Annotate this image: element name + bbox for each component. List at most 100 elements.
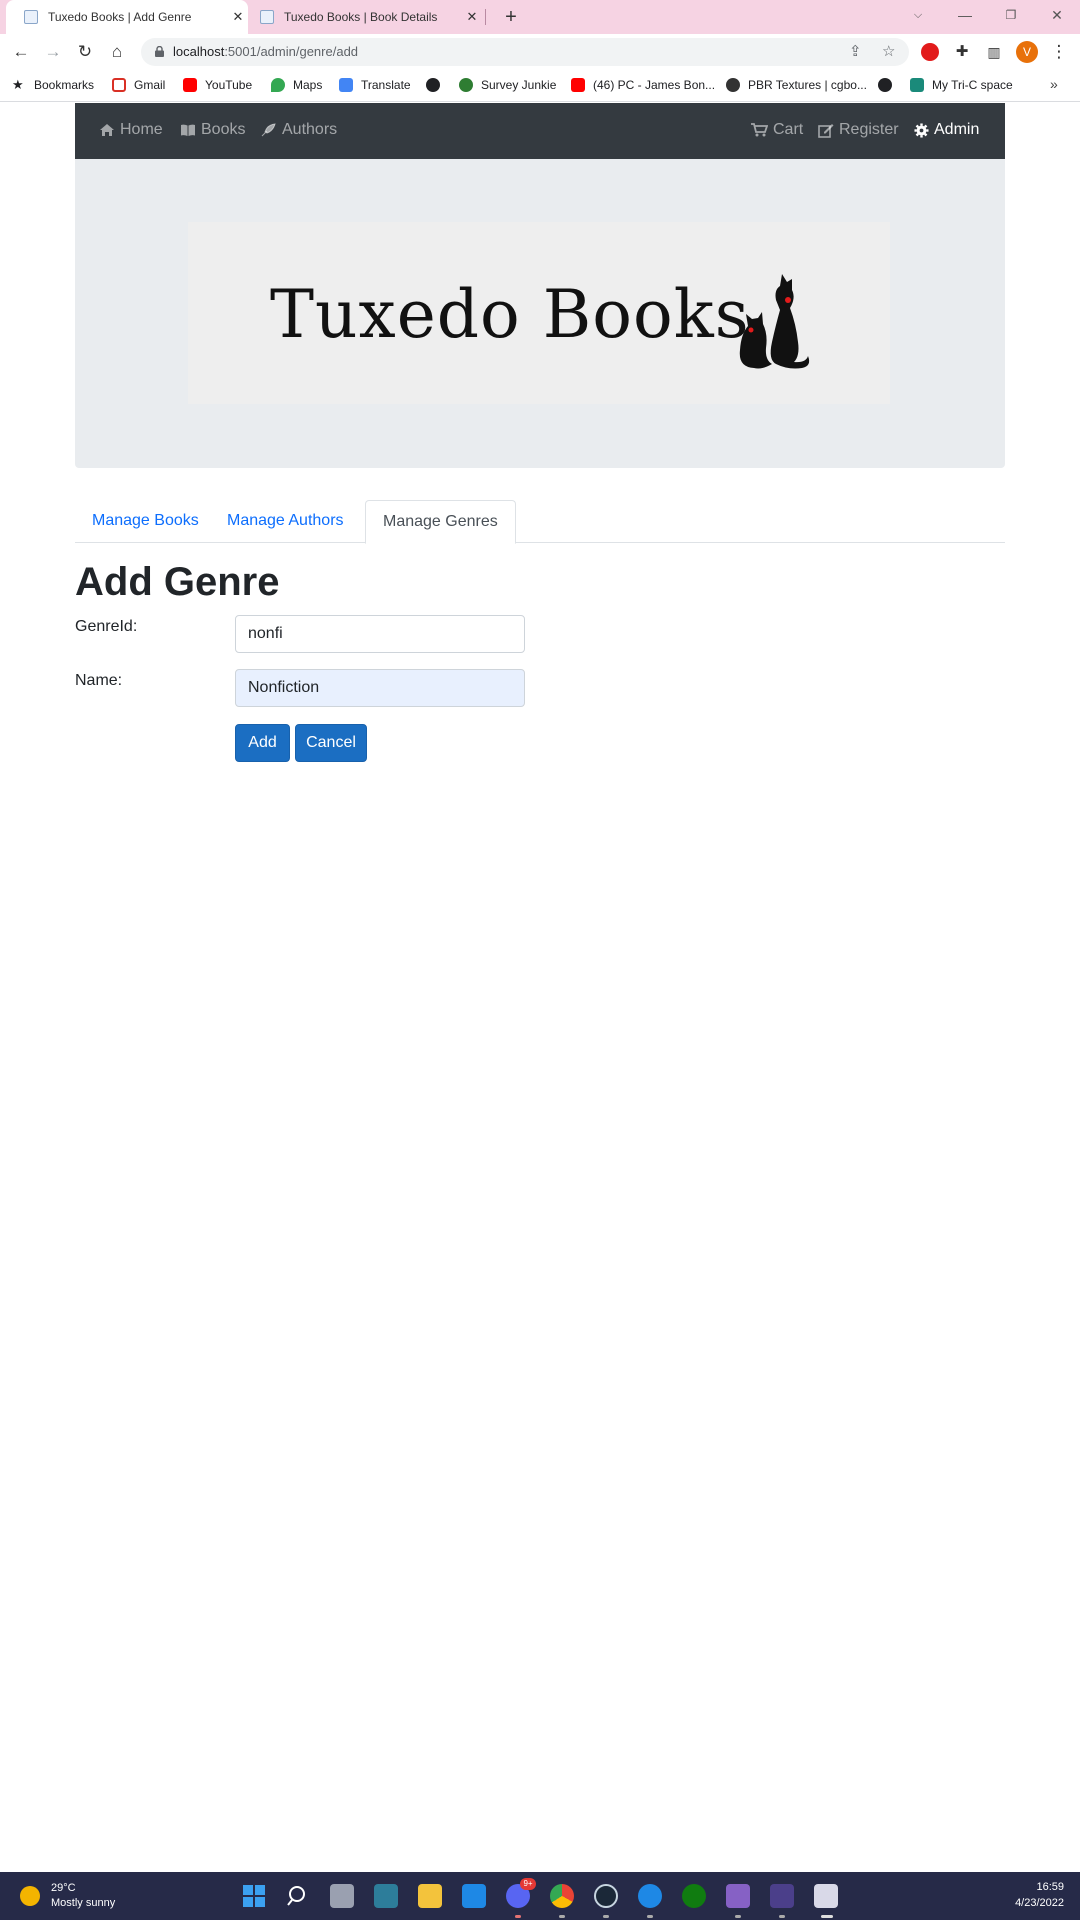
- forward-icon[interactable]: →: [41, 40, 65, 64]
- bookmark-tri-c[interactable]: My Tri-C space: [910, 78, 1013, 92]
- bookmark-gmail[interactable]: Gmail: [112, 78, 165, 92]
- url-path: :5001/admin/genre/add: [224, 44, 359, 59]
- bookmark-label: Translate: [361, 78, 411, 92]
- maps-icon: [271, 78, 285, 92]
- bookmark-globe[interactable]: [426, 78, 448, 92]
- terminal-icon[interactable]: [770, 1884, 794, 1908]
- nav-admin-label: Admin: [934, 121, 980, 138]
- running-indicator: [603, 1915, 609, 1918]
- close-tab-icon[interactable]: ✕: [462, 9, 482, 25]
- browser-tab-title: Tuxedo Books | Book Details: [284, 10, 438, 24]
- chrome-icon[interactable]: [550, 1884, 574, 1908]
- tab-manage-books[interactable]: Manage Books: [75, 500, 216, 543]
- home-icon[interactable]: ⌂: [105, 40, 129, 64]
- minimize-icon[interactable]: —: [950, 2, 980, 28]
- clock-time[interactable]: 16:59: [1036, 1881, 1064, 1893]
- bookmark-maps[interactable]: Maps: [271, 78, 322, 92]
- visual-studio-icon[interactable]: [726, 1884, 750, 1908]
- xbox-icon[interactable]: [682, 1884, 706, 1908]
- tab-manage-genres[interactable]: Manage Genres: [365, 500, 516, 544]
- page-title: Add Genre: [75, 560, 280, 604]
- bookmark-survey-junkie[interactable]: Survey Junkie: [459, 78, 556, 92]
- running-indicator: [515, 1915, 521, 1918]
- nav-register-link[interactable]: Register: [818, 121, 899, 139]
- extensions-puzzle-icon[interactable]: ✚: [950, 40, 974, 64]
- nav-admin-link[interactable]: Admin: [914, 121, 979, 139]
- edit-icon: [818, 123, 834, 138]
- browser-tab-book-details[interactable]: Tuxedo Books | Book Details ✕: [252, 0, 482, 34]
- url-host: localhost: [173, 44, 225, 59]
- more-bookmarks-icon[interactable]: »: [1050, 76, 1058, 92]
- running-indicator: [779, 1915, 785, 1918]
- bowtie-detail: [785, 297, 791, 303]
- reload-icon[interactable]: ↻: [73, 40, 97, 64]
- name-input[interactable]: [235, 669, 525, 707]
- discord-badge: 9+: [520, 1878, 536, 1890]
- weather-sun-icon[interactable]: [20, 1886, 40, 1906]
- nav-authors-link[interactable]: Authors: [261, 121, 337, 139]
- tab-manage-authors[interactable]: Manage Authors: [210, 500, 361, 543]
- bookmarks-bar: ★ Bookmarks Gmail YouTube Maps Translate …: [0, 70, 1080, 102]
- translate-icon: [339, 78, 353, 92]
- page-favicon-icon: [24, 10, 38, 24]
- nav-home-link[interactable]: Home: [99, 121, 163, 139]
- browser-tab-title: Tuxedo Books | Add Genre: [48, 10, 192, 24]
- battle-net-icon[interactable]: [638, 1884, 662, 1908]
- bookmark-youtube[interactable]: YouTube: [183, 78, 252, 92]
- star-icon: ★: [12, 77, 24, 92]
- tab-search-icon[interactable]: ⌵: [903, 2, 933, 28]
- restore-icon[interactable]: ❐: [996, 2, 1026, 28]
- new-tab-icon[interactable]: +: [498, 4, 524, 30]
- file-explorer-icon[interactable]: [418, 1884, 442, 1908]
- share-icon[interactable]: ⇪: [849, 42, 862, 60]
- survey-junkie-icon: [459, 78, 473, 92]
- window-close-icon[interactable]: ✕: [1042, 2, 1072, 28]
- youtube-icon: [571, 78, 585, 92]
- feather-icon: [261, 123, 276, 137]
- bookmark-label: Bookmarks: [34, 78, 95, 92]
- bookmark-star-icon[interactable]: ☆: [882, 42, 895, 60]
- task-view-icon[interactable]: [330, 1884, 354, 1908]
- weather-temperature[interactable]: 29°C: [51, 1882, 76, 1894]
- site-navbar: Home Books Authors Cart Register Admin: [75, 103, 1005, 159]
- mail-icon[interactable]: [462, 1884, 486, 1908]
- clock-date[interactable]: 4/23/2022: [1015, 1897, 1064, 1909]
- app-calculator-icon[interactable]: [374, 1884, 398, 1908]
- bookmark-label: (46) PC - James Bon...: [593, 78, 716, 92]
- bookmark-label: PBR Textures | cgbo...: [748, 78, 867, 92]
- start-windows-icon[interactable]: [242, 1884, 266, 1908]
- snipping-tool-icon[interactable]: [814, 1884, 838, 1908]
- bookmark-label: YouTube: [205, 78, 253, 92]
- running-indicator: [559, 1915, 565, 1918]
- running-indicator: [821, 1915, 833, 1918]
- side-panel-icon[interactable]: ▥: [982, 40, 1006, 64]
- bookmark-globe[interactable]: [878, 78, 900, 92]
- url-text: localhost:5001/admin/genre/add: [173, 44, 358, 59]
- bookmark-james-bond[interactable]: (46) PC - James Bon...: [571, 78, 715, 92]
- genre-id-input[interactable]: [235, 615, 525, 653]
- nav-books-link[interactable]: Books: [180, 121, 245, 139]
- genre-id-label: GenreId:: [75, 618, 138, 635]
- search-icon[interactable]: [286, 1884, 310, 1908]
- bookmark-bookmarks[interactable]: ★ Bookmarks: [12, 77, 95, 93]
- nav-cart-link[interactable]: Cart: [751, 121, 803, 139]
- address-bar[interactable]: localhost:5001/admin/genre/add ⇪ ☆: [141, 38, 909, 66]
- close-tab-icon[interactable]: ✕: [228, 9, 248, 25]
- bookmark-translate[interactable]: Translate: [339, 78, 411, 92]
- steam-icon[interactable]: [594, 1884, 618, 1908]
- nav-cart-label: Cart: [773, 121, 804, 138]
- add-button[interactable]: Add: [235, 724, 290, 762]
- tuxedo-cat-icon: [739, 274, 810, 369]
- bookmark-pbr-textures[interactable]: PBR Textures | cgbo...: [726, 78, 867, 92]
- profile-avatar[interactable]: V: [1016, 41, 1038, 63]
- adblock-extension-icon[interactable]: [921, 43, 939, 61]
- book-icon: [181, 124, 195, 136]
- browser-tab-add-genre[interactable]: Tuxedo Books | Add Genre ✕: [6, 0, 248, 34]
- logo-text: Tuxedo Books: [270, 276, 750, 353]
- weather-description[interactable]: Mostly sunny: [51, 1897, 115, 1909]
- back-icon[interactable]: ←: [9, 40, 33, 64]
- cancel-button[interactable]: Cancel: [295, 724, 367, 762]
- running-indicator: [647, 1915, 653, 1918]
- browser-menu-icon[interactable]: ⋮: [1047, 40, 1071, 64]
- nav-home-label: Home: [120, 121, 163, 138]
